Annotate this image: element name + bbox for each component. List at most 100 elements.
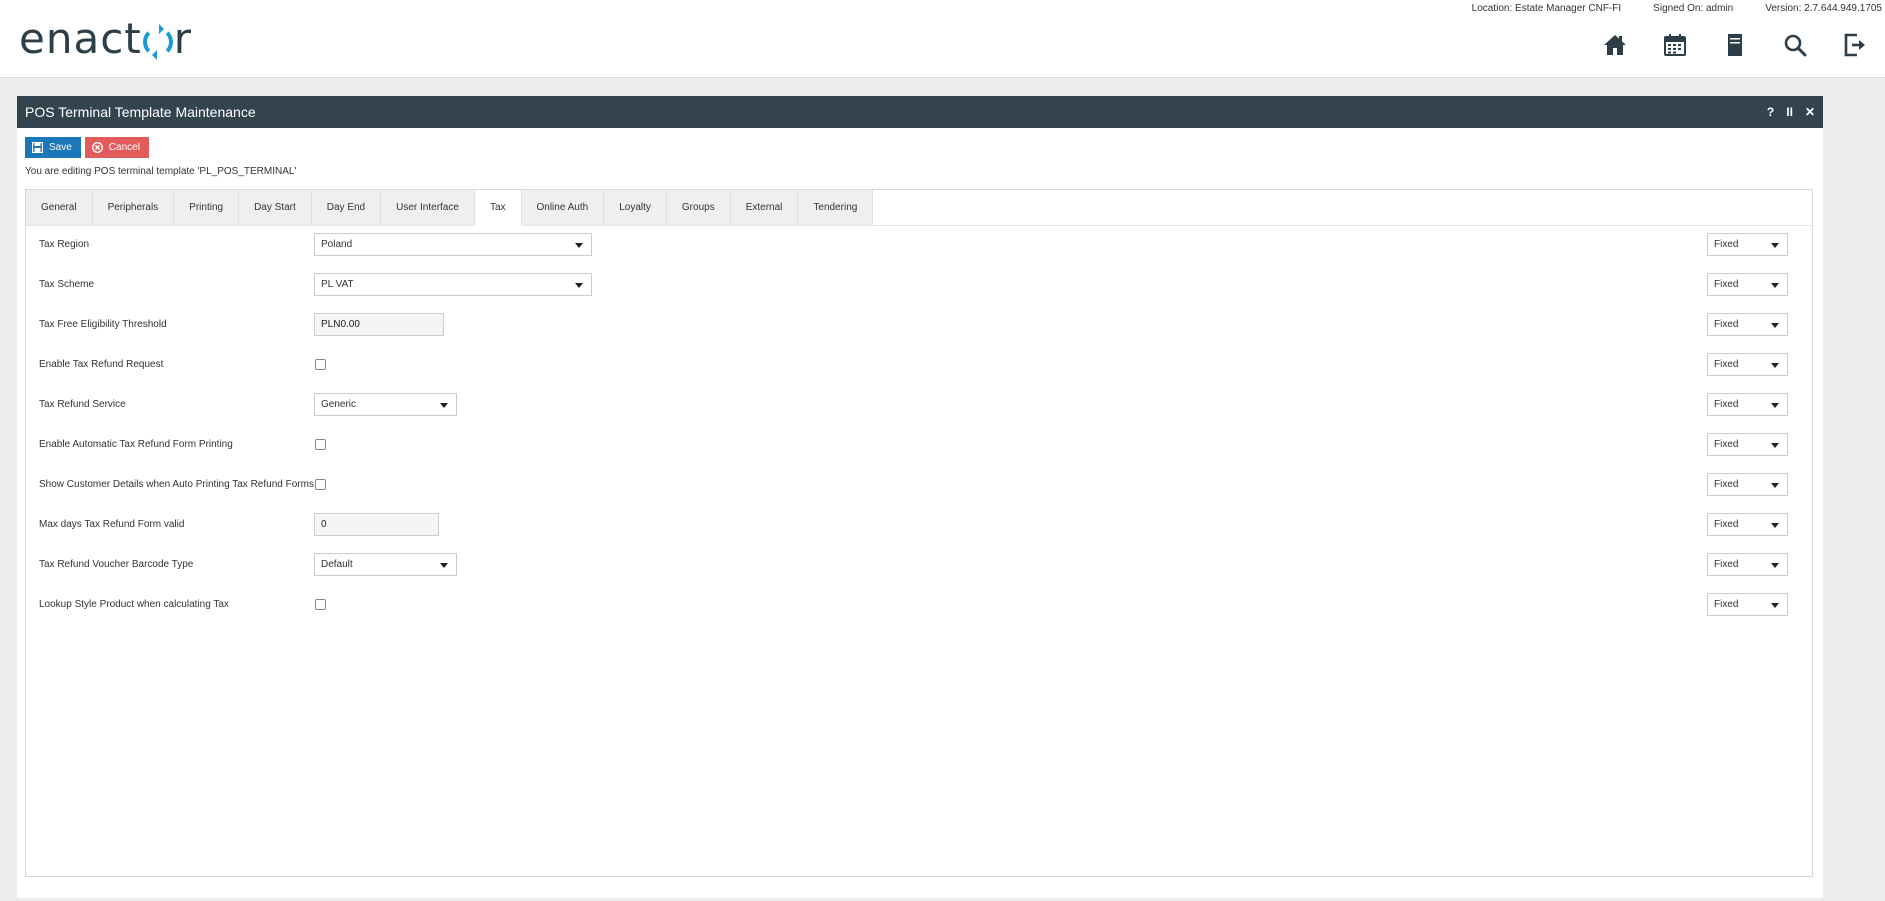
mode-select[interactable]: Fixed (1707, 473, 1788, 496)
tab-online-auth[interactable]: Online Auth (521, 190, 605, 225)
mode-select[interactable]: Fixed (1707, 553, 1788, 576)
form-row: Lookup Style Product when calculating Ta… (39, 593, 1807, 617)
tab-day-end[interactable]: Day End (311, 190, 382, 225)
mode-select[interactable]: Fixed (1707, 233, 1788, 256)
tab-external[interactable]: External (730, 190, 799, 225)
cancel-circle-icon (91, 142, 103, 153)
form-row: Tax Refund Service Generic Fixed (39, 393, 1807, 417)
caret-down-icon (1771, 603, 1779, 608)
mode-value: Fixed (1714, 479, 1739, 490)
cancel-button[interactable]: Cancel (84, 137, 149, 158)
mode-value: Fixed (1714, 439, 1739, 450)
field-control: Default (314, 553, 457, 576)
field-label: Enable Automatic Tax Refund Form Printin… (39, 439, 233, 450)
field-label: Enable Tax Refund Request (39, 359, 164, 370)
field-control: Generic (314, 393, 457, 416)
save-button[interactable]: Save (25, 137, 81, 158)
caret-down-icon (575, 243, 583, 248)
mode-value: Fixed (1714, 239, 1739, 250)
close-icon[interactable]: ✕ (1805, 105, 1815, 119)
field-control (314, 513, 439, 536)
mode-select[interactable]: Fixed (1707, 393, 1788, 416)
mode-value: Fixed (1714, 519, 1739, 530)
caret-down-icon (440, 563, 448, 568)
document-icon[interactable] (1705, 30, 1765, 60)
tab-user-interface[interactable]: User Interface (381, 190, 475, 225)
caret-down-icon (1771, 443, 1779, 448)
field-label: Lookup Style Product when calculating Ta… (39, 599, 229, 610)
field-control: Poland (314, 233, 592, 256)
location-text: Location: Estate Manager CNF-FI (1471, 3, 1622, 14)
mode-value: Fixed (1714, 359, 1739, 370)
mode-select[interactable]: Fixed (1707, 433, 1788, 456)
mode-value: Fixed (1714, 279, 1739, 290)
mode-value: Fixed (1714, 399, 1739, 410)
select-value: PL VAT (321, 279, 354, 290)
tab-groups[interactable]: Groups (666, 190, 731, 225)
tab-printing[interactable]: Printing (174, 190, 240, 225)
mode-value: Fixed (1714, 599, 1739, 610)
form-container: General Peripherals Printing Day Start Day E… (25, 189, 1813, 877)
mode-select[interactable]: Fixed (1707, 593, 1788, 616)
field-label: Tax Free Eligibility Threshold (39, 319, 167, 330)
field-select[interactable]: Poland (314, 233, 592, 256)
field-label: Tax Refund Voucher Barcode Type (39, 559, 194, 570)
select-value: Poland (321, 239, 353, 250)
logo-refresh-icon (142, 23, 173, 60)
session-info: Location: Estate Manager CNF-FI Signed O… (1472, 3, 1882, 14)
form-row: Show Customer Details when Auto Printing… (39, 473, 1807, 497)
search-icon[interactable] (1765, 30, 1825, 60)
tab-loyalty[interactable]: Loyalty (604, 190, 667, 225)
mode-select[interactable]: Fixed (1707, 273, 1788, 296)
logout-icon[interactable] (1825, 30, 1885, 60)
tab-tax[interactable]: Tax (474, 190, 522, 226)
cancel-button-label: Cancel (108, 142, 140, 153)
field-select[interactable]: Default (314, 553, 457, 576)
caret-down-icon (1771, 283, 1779, 288)
mode-select[interactable]: Fixed (1707, 313, 1788, 336)
mode-select[interactable]: Fixed (1707, 513, 1788, 536)
field-label: Tax Scheme (39, 279, 95, 290)
maintenance-panel: POS Terminal Template Maintenance ? II ✕… (17, 96, 1823, 898)
help-icon[interactable]: ? (1767, 105, 1774, 119)
home-icon[interactable] (1585, 30, 1645, 60)
caret-down-icon (575, 283, 583, 288)
caret-down-icon (1771, 563, 1779, 568)
form-row: Tax Region Poland Fixed (39, 233, 1807, 257)
version-text: Version: 2.7.644.949.1705 (1765, 3, 1882, 14)
caret-down-icon (1771, 403, 1779, 408)
tab-tendering[interactable]: Tendering (798, 190, 874, 225)
logo-text-end: r (173, 14, 193, 63)
top-header: enact r Location: Estate Manager CNF-FI S… (0, 0, 1885, 78)
field-text-input[interactable] (314, 313, 444, 336)
form-row: Tax Free Eligibility Threshold Fixed (39, 313, 1807, 337)
enactor-logo: enact r (19, 14, 192, 63)
pause-icon[interactable]: II (1786, 105, 1793, 119)
field-select[interactable]: PL VAT (314, 273, 592, 296)
form-row: Max days Tax Refund Form valid Fixed (39, 513, 1807, 537)
panel-controls: ? II ✕ (1767, 105, 1815, 119)
mode-select[interactable]: Fixed (1707, 353, 1788, 376)
field-select[interactable]: Generic (314, 393, 457, 416)
field-control (314, 313, 444, 336)
editing-notice: You are editing POS terminal template 'P… (25, 166, 297, 177)
tab-bar: General Peripherals Printing Day Start Day E… (26, 190, 1812, 226)
action-buttons: Save Cancel (25, 137, 149, 158)
floppy-disk-icon (32, 142, 43, 153)
caret-down-icon (1771, 243, 1779, 248)
tab-general[interactable]: General (26, 190, 93, 225)
caret-down-icon (1771, 483, 1779, 488)
caret-down-icon (1771, 523, 1779, 528)
tab-peripherals[interactable]: Peripherals (92, 190, 175, 225)
save-button-label: Save (49, 142, 72, 153)
field-text-input[interactable] (314, 513, 439, 536)
tab-day-start[interactable]: Day Start (239, 190, 312, 225)
field-control: PL VAT (314, 273, 592, 296)
calendar-icon[interactable] (1645, 30, 1705, 60)
nav-icons (1585, 30, 1885, 60)
field-checkbox[interactable] (315, 359, 326, 370)
field-checkbox[interactable] (315, 599, 326, 610)
signed-on-text: Signed On: admin (1653, 3, 1734, 14)
field-checkbox[interactable] (315, 479, 326, 490)
field-checkbox[interactable] (315, 439, 326, 450)
